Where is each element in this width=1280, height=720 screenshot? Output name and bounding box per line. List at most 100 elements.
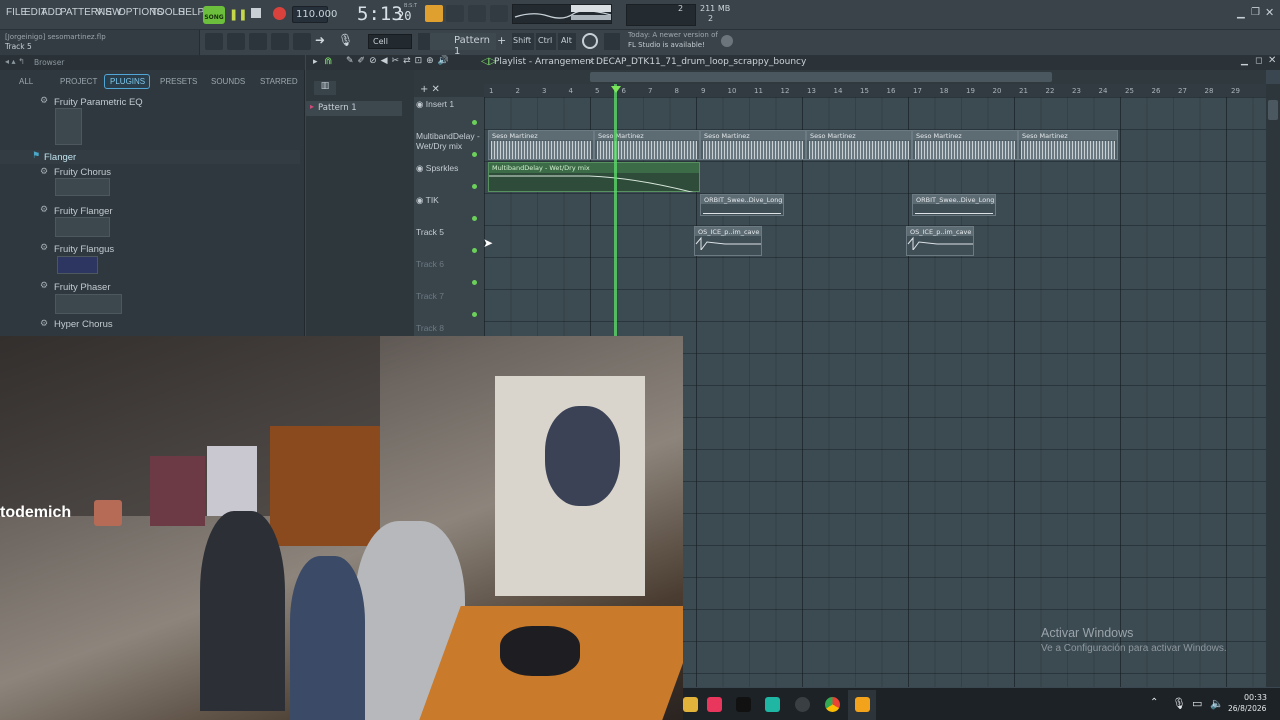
playlist-maximize-icon[interactable]: ◻ [1255,56,1262,66]
touch-keyboard-icon[interactable] [582,33,598,49]
audio-clip-ice[interactable]: OS_ICE_p..im_cave [694,226,762,256]
master-volume-slider[interactable] [571,5,611,12]
browser-tab-sounds[interactable]: SOUNDS [211,77,245,86]
browser-nav-icons[interactable]: ◂ ▴ ↰ [5,57,25,66]
track-3-led[interactable] [472,184,477,189]
audio-clip[interactable]: Seso Martinez [488,130,594,160]
minimize-icon[interactable]: ▁ [1237,8,1245,19]
audio-clip[interactable]: Seso Martinez [912,130,1018,160]
browser-tab-presets[interactable]: PRESETS [160,77,197,86]
magnet-icon[interactable]: ⋒ [324,56,332,67]
add-track-icon[interactable]: + ✕ [420,84,440,95]
track-name-4[interactable]: ◉ TIK [416,195,439,206]
pattern-picker-toggle-icon[interactable]: ▥ [314,81,336,95]
alt-button[interactable]: Alt [558,33,576,50]
track-1-led[interactable] [472,120,477,125]
channel-rack-icon[interactable] [249,33,267,50]
track-name-6[interactable]: Track 6 [416,259,444,269]
playlist-window-icon[interactable] [205,33,223,50]
audio-clip[interactable]: Seso Martinez [806,130,912,160]
browser-tab-plugins[interactable]: PLUGINS [110,77,145,86]
automation-clip[interactable]: MultibandDelay - Wet/Dry mix [488,162,700,192]
tray-display-icon[interactable]: ▭ [1192,697,1202,710]
tempo-display[interactable]: 110.000 [292,6,337,23]
pause-icon[interactable]: ❚❚ [229,8,247,21]
track-name-5[interactable]: Track 5 [416,227,444,237]
playlist-close-icon[interactable]: ✕ [1268,55,1276,66]
vertical-scroll-thumb[interactable] [1268,100,1278,120]
pattern-song-toggle[interactable] [425,5,443,22]
audio-clip-orbit[interactable]: ORBIT_Swee..Dive_Long [700,194,784,216]
close-icon[interactable]: ✕ [1265,6,1274,19]
file-explorer-icon[interactable] [683,697,698,712]
obs-icon[interactable] [795,697,810,712]
pattern-prev-icon[interactable] [418,33,430,50]
chrome-icon[interactable] [825,697,840,712]
mixer-icon[interactable] [271,33,289,50]
audio-clip[interactable]: Seso Martinez [1018,130,1118,160]
track-5-led[interactable] [472,248,477,253]
track-name-8[interactable]: Track 8 [416,323,444,333]
master-pitch-slider[interactable] [571,15,611,20]
playhead-marker[interactable] [611,86,621,93]
ctrl-button[interactable]: Ctrl [536,33,556,50]
news-line-2[interactable]: FL Studio is available! [628,41,705,49]
plugin-item-chorus[interactable]: Fruity Chorus [54,167,111,178]
countdown-icon[interactable] [446,5,464,22]
music-app-icon[interactable] [707,697,722,712]
tray-volume-icon[interactable]: 🔈 [1210,697,1224,710]
fl-studio-icon[interactable] [855,697,870,712]
menu-help[interactable]: HELP [178,7,204,18]
playlist-minimize-icon[interactable]: ▁ [1241,56,1248,66]
news-refresh-icon[interactable] [721,35,733,47]
browser-tab-all[interactable]: ALL [19,77,33,86]
tray-chevron-icon[interactable]: ⌃ [1150,697,1158,708]
snap-select[interactable]: Cell [368,34,412,49]
audio-clip-ice[interactable]: OS_ICE_p..im_cave [906,226,974,256]
audio-clip[interactable]: Seso Martinez [700,130,806,160]
menu-add[interactable]: ADD [41,7,62,18]
metronome-icon[interactable] [490,5,508,22]
stop-icon[interactable] [251,8,261,18]
news-icon[interactable] [604,33,620,50]
track-name-2[interactable]: MultibandDelay - Wet/Dry mix [416,131,480,151]
track-7-led[interactable] [472,312,477,317]
plugin-folder-flanger[interactable]: Flanger [44,152,76,163]
browser-tab-starred[interactable]: STARRED [260,77,298,86]
plugin-item-parametric-eq[interactable]: Fruity Parametric EQ [54,97,143,108]
browser-icon[interactable] [293,33,311,50]
pattern-selector[interactable]: Pattern 1 [430,33,496,57]
track-4-led[interactable] [472,216,477,221]
plugin-item-flanger[interactable]: Fruity Flanger [54,206,113,217]
plugin-item-hyper-chorus[interactable]: Hyper Chorus [54,319,113,330]
pattern-list-item-label[interactable]: Pattern 1 [318,103,357,113]
arrow-right-icon[interactable]: ➜ [315,33,325,47]
restore-icon[interactable]: ❐ [1251,7,1260,18]
piano-roll-icon[interactable] [227,33,245,50]
add-pattern-icon[interactable]: + [497,34,506,47]
playlist-menu-icon[interactable]: ▸ [313,57,318,67]
track-name-3[interactable]: ◉ Spsrkles [416,163,458,174]
vertical-scrollbar[interactable] [1266,84,1280,687]
wait-input-icon[interactable] [468,5,486,22]
track-name-1[interactable]: ◉ Insert 1 [416,99,454,110]
plugin-item-phaser[interactable]: Fruity Phaser [54,282,111,293]
playhead[interactable] [614,84,617,336]
song-mode-toggle[interactable]: SONG [203,6,225,24]
song-time-display[interactable]: 5:13 [357,3,403,25]
audio-clip-orbit[interactable]: ORBIT_Swee..Dive_Long [912,194,996,216]
playlist-tools[interactable]: ✎✐⊘◀✂⇄⊡⊕🔊 [346,56,453,66]
tray-mic-icon[interactable]: 🎙 [1172,697,1186,710]
playlist-breadcrumb[interactable]: DECAP_DTK11_71_drum_loop_scrappy_bouncy [596,57,806,67]
editor-app-icon[interactable] [736,697,751,712]
timeline-ruler[interactable] [484,84,1266,97]
cloud-app-icon[interactable] [765,697,780,712]
track-2-led[interactable] [472,152,477,157]
track-name-7[interactable]: Track 7 [416,291,444,301]
track-6-led[interactable] [472,280,477,285]
browser-tab-project[interactable]: PROJECT [60,77,97,86]
clock-time[interactable]: 00:33 [1241,693,1267,702]
news-line-1[interactable]: Today: A newer version of [628,31,718,39]
horizontal-scrollbar[interactable] [590,72,1052,82]
record-icon[interactable] [273,7,286,20]
